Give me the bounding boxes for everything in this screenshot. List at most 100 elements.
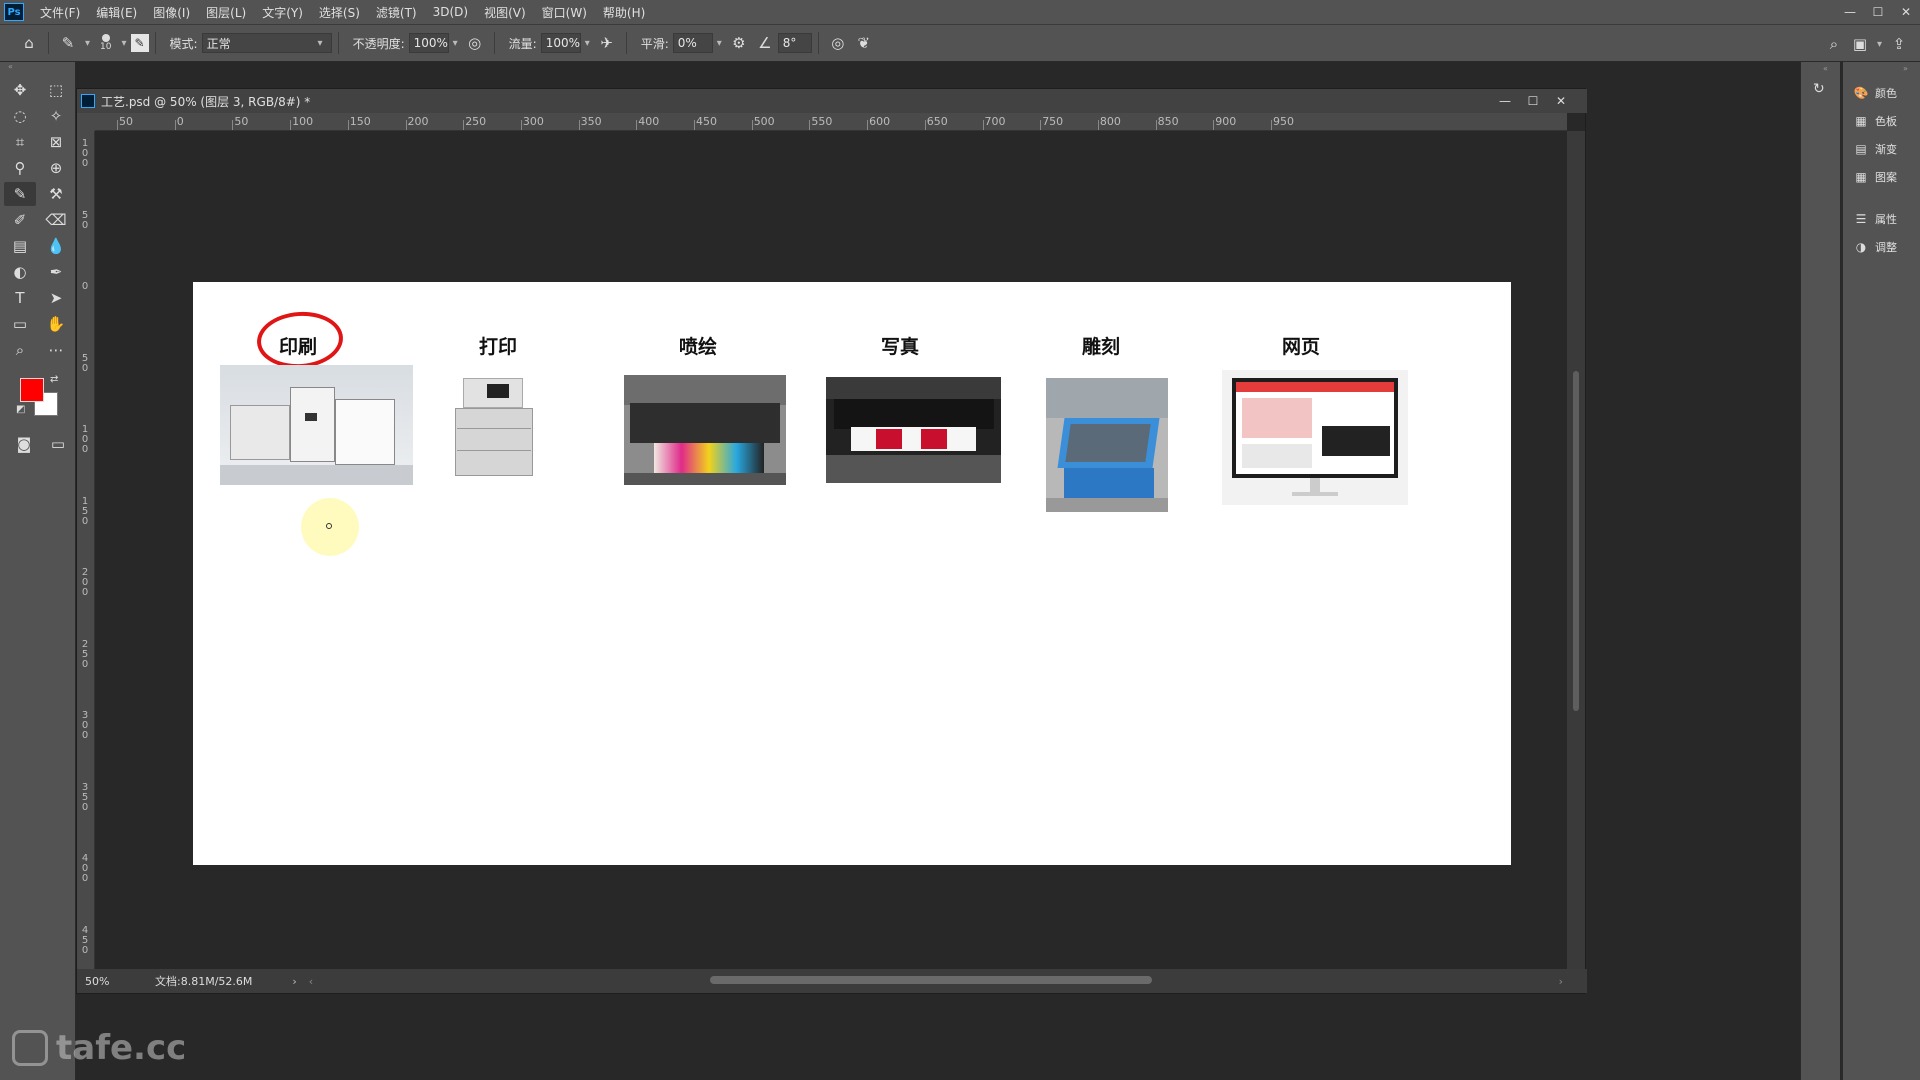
marquee-tool-icon[interactable]: ⬚ — [40, 78, 72, 102]
eraser-tool-icon[interactable]: ⌫ — [40, 208, 72, 232]
quick-mask-icon[interactable]: ◙ — [14, 432, 34, 456]
scroll-left-arrow-icon[interactable]: ‹ — [309, 975, 313, 988]
canvas-artboard[interactable]: 印刷 打印 喷绘 写真 雕刻 网页 — [193, 282, 1511, 865]
default-colors-icon[interactable]: ◩ — [16, 404, 25, 415]
rectangle-tool-icon[interactable]: ▭ — [4, 312, 36, 336]
clone-stamp-tool-icon[interactable]: ⚒ — [40, 182, 72, 206]
more-tools-icon[interactable]: ⋯ — [40, 338, 72, 362]
menu-layer[interactable]: 图层(L) — [198, 4, 254, 21]
doc-minimize-button[interactable]: — — [1491, 89, 1519, 113]
smoothing-settings-gear-icon[interactable]: ⚙ — [726, 30, 752, 56]
path-select-tool-icon[interactable]: ➤ — [40, 286, 72, 310]
doc-close-button[interactable]: ✕ — [1547, 89, 1575, 113]
hand-tool-icon[interactable]: ✋ — [40, 312, 72, 336]
ruler-origin[interactable] — [77, 113, 95, 131]
history-brush-tool-icon[interactable]: ✐ — [4, 208, 36, 232]
home-icon[interactable]: ⌂ — [16, 30, 42, 56]
panel-adjustments[interactable]: ◑ 调整 — [1843, 233, 1920, 261]
collapse-arrows-icon[interactable]: « — [1801, 62, 1840, 73]
brush-settings-icon[interactable]: ✎ — [130, 34, 149, 52]
menu-filter[interactable]: 滤镜(T) — [368, 4, 425, 21]
menu-window[interactable]: 窗口(W) — [534, 4, 595, 21]
quick-select-tool-icon[interactable]: ✧ — [40, 104, 72, 128]
chevron-down-icon[interactable]: ▾ — [453, 38, 458, 49]
right-panel-dock: » 🎨 颜色 ▦ 色板 ▤ 渐变 ▦ 图案 ☰ 属性 ◑ 调整 — [1842, 62, 1920, 1080]
divider — [154, 32, 156, 54]
gradient-tool-icon[interactable]: ▤ — [4, 234, 36, 258]
chevron-down-icon[interactable]: ▾ — [121, 38, 126, 49]
menu-type[interactable]: 文字(Y) — [254, 4, 311, 21]
vertical-scroll-thumb[interactable] — [1573, 371, 1579, 711]
menu-image[interactable]: 图像(I) — [145, 4, 198, 21]
eyedropper-tool-icon[interactable]: ⚲ — [4, 156, 36, 180]
tool-grid: ✥ ⬚ ◌ ✧ ⌗ ⊠ ⚲ ⊕ ✎ ⚒ ✐ ⌫ ▤ 💧 ◐ ✒ T ➤ ▭ ✋ … — [0, 72, 75, 368]
panel-swatches[interactable]: ▦ 色板 — [1843, 107, 1920, 135]
pressure-opacity-icon[interactable]: ◎ — [462, 30, 488, 56]
flow-input[interactable]: 100% — [540, 33, 581, 53]
spot-heal-tool-icon[interactable]: ⊕ — [40, 156, 72, 180]
frame-tool-icon[interactable]: ⊠ — [40, 130, 72, 154]
menu-3d[interactable]: 3D(D) — [425, 5, 476, 19]
workspace-icon[interactable]: ▣ — [1847, 31, 1873, 57]
opacity-input[interactable]: 100% — [408, 33, 449, 53]
smooth-input[interactable]: 0% — [672, 33, 713, 53]
menu-file[interactable]: 文件(F) — [32, 4, 88, 21]
dodge-tool-icon[interactable]: ◐ — [4, 260, 36, 284]
document-tab[interactable]: 工艺.psd @ 50% (图层 3, RGB/8#) * — ☐ ✕ — [77, 89, 1587, 113]
zoom-level[interactable]: 50% — [85, 975, 155, 988]
pen-tool-icon[interactable]: ✒ — [40, 260, 72, 284]
ruler-label: 50 — [234, 115, 249, 128]
pressure-size-icon[interactable]: ◎ — [825, 30, 851, 56]
ruler-tick — [405, 120, 407, 130]
collapse-arrows-icon[interactable]: » — [1843, 62, 1920, 79]
vertical-scrollbar[interactable] — [1567, 131, 1585, 971]
symmetry-butterfly-icon[interactable]: ❦ — [851, 30, 877, 56]
ruler-tick — [174, 120, 176, 130]
move-tool-icon[interactable]: ✥ — [4, 78, 36, 102]
ruler-label: 0 — [176, 115, 184, 128]
status-menu-arrow-icon[interactable]: › — [292, 975, 296, 988]
foreground-color[interactable] — [20, 378, 44, 402]
menu-edit[interactable]: 编辑(E) — [88, 4, 145, 21]
panel-pattern[interactable]: ▦ 图案 — [1843, 163, 1920, 191]
zoom-tool-icon[interactable]: ⌕ — [4, 338, 36, 362]
brush-preset-picker[interactable]: 10 — [100, 34, 111, 52]
type-tool-icon[interactable]: T — [4, 286, 36, 310]
panel-gradient[interactable]: ▤ 渐变 — [1843, 135, 1920, 163]
menu-select[interactable]: 选择(S) — [311, 4, 368, 21]
horizontal-ruler[interactable]: 50 0 50 100 150 200 250 300 350 400 450 500 550 600 65… — [95, 113, 1567, 131]
chevron-down-icon[interactable]: ▾ — [85, 38, 90, 49]
crop-tool-icon[interactable]: ⌗ — [4, 130, 36, 154]
brush-tool-icon[interactable]: ✎ — [55, 30, 81, 56]
ruler-label: 750 — [1042, 115, 1064, 128]
vertical-ruler[interactable]: 1 0 0 5 0 0 5 0 1 0 0 1 5 0 2 0 0 2 5 0 3 0 0 3 5… — [77, 131, 95, 971]
airbrush-icon[interactable]: ✈ — [594, 30, 620, 56]
close-button[interactable]: ✕ — [1892, 0, 1920, 24]
search-icon[interactable]: ⌕ — [1821, 31, 1847, 57]
blur-tool-icon[interactable]: 💧 — [40, 234, 72, 258]
angle-input[interactable]: 8° — [777, 33, 812, 53]
menu-help[interactable]: 帮助(H) — [595, 4, 653, 21]
doc-maximize-button[interactable]: ☐ — [1519, 89, 1547, 113]
lasso-tool-icon[interactable]: ◌ — [4, 104, 36, 128]
chevron-down-icon[interactable]: ▾ — [585, 38, 590, 49]
swap-colors-icon[interactable]: ⇄ — [50, 374, 58, 385]
category-label-print: 打印 — [478, 336, 517, 358]
panel-color[interactable]: 🎨 颜色 — [1843, 79, 1920, 107]
chevron-down-icon[interactable]: ▾ — [1877, 39, 1882, 50]
history-panel-icon[interactable]: ↻ — [1801, 73, 1840, 97]
document-size-info[interactable]: 文档:8.81M/52.6M — [155, 973, 252, 989]
chevron-down-icon[interactable]: ▾ — [717, 38, 722, 49]
horizontal-scroll-thumb[interactable] — [710, 976, 1152, 984]
mode-select[interactable]: 正常 ▾ — [201, 33, 332, 53]
minimize-button[interactable]: — — [1836, 0, 1864, 24]
maximize-button[interactable]: ☐ — [1864, 0, 1892, 24]
screen-mode-icon[interactable]: ▭ — [48, 432, 68, 456]
panel-properties[interactable]: ☰ 属性 — [1843, 205, 1920, 233]
scroll-right-arrow-icon[interactable]: › — [1559, 975, 1563, 988]
brush-tool-icon[interactable]: ✎ — [4, 182, 36, 206]
menu-view[interactable]: 视图(V) — [476, 4, 534, 21]
photo-printer-photo — [826, 377, 1001, 483]
share-icon[interactable]: ⇪ — [1886, 31, 1912, 57]
collapse-arrows-icon[interactable]: « — [0, 62, 75, 72]
